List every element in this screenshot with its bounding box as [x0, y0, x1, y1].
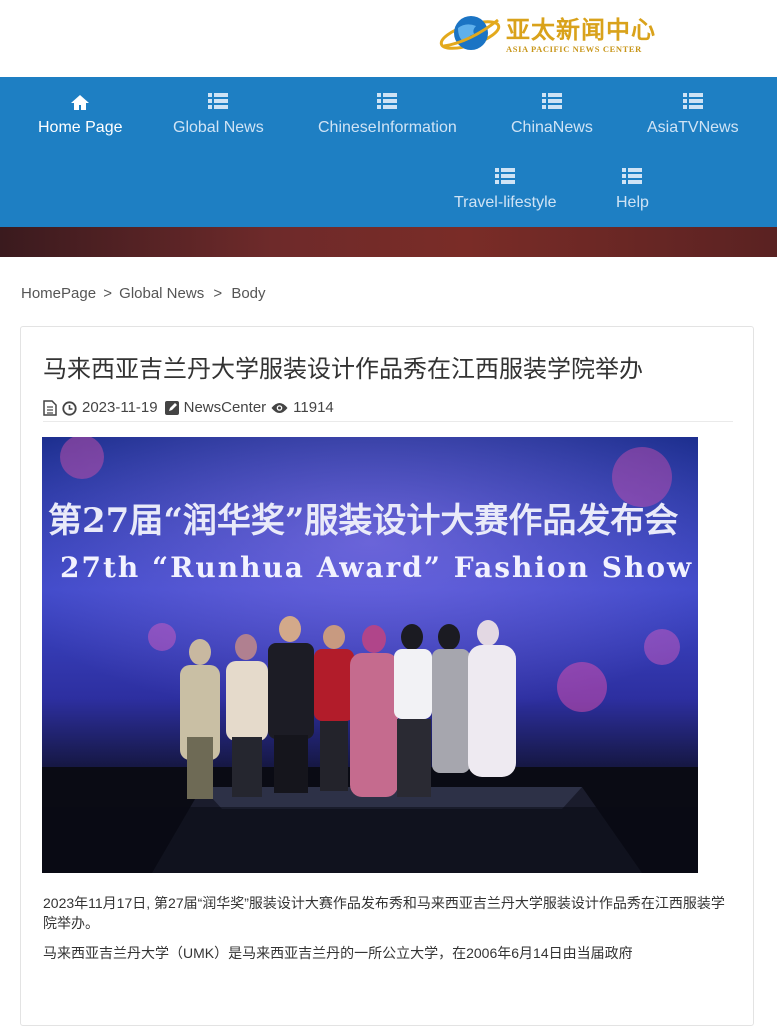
breadcrumb-home-link[interactable]: HomePage	[21, 285, 96, 302]
nav-label: ChinaNews	[511, 119, 593, 136]
logo-english-text: ASIA PACIFIC NEWS CENTER	[506, 44, 642, 54]
photo-banner-en: 27th “Runhua Award” Fashion Show	[60, 551, 693, 584]
article-card: 马来西亚吉兰丹大学服装设计作品秀在江西服装学院举办 2023-11-19 New…	[20, 326, 754, 1026]
nav-item-chinese-information[interactable]: ChineseInformation	[318, 93, 457, 137]
breadcrumb-separator: >	[213, 285, 223, 302]
logo-chinese-text: 亚太新闻中心	[506, 15, 656, 44]
nav-label: AsiaTVNews	[647, 119, 739, 136]
breadcrumb-section-link[interactable]: Global News	[119, 285, 204, 302]
meta-divider	[43, 421, 733, 422]
photo-banner-cn: 第27届“润华奖”服装设计大赛作品发布会	[48, 501, 678, 541]
article-date: 2023-11-19	[82, 399, 158, 417]
nav-item-travel-lifestyle[interactable]: Travel-lifestyle	[454, 168, 557, 212]
eye-icon	[271, 399, 288, 416]
nav-label: Help	[616, 194, 649, 211]
article-photo: 第27届“润华奖”服装设计大赛作品发布会 27th “Runhua Award”…	[42, 437, 698, 873]
nav-item-home[interactable]: Home Page	[38, 93, 123, 137]
nav-label: Travel-lifestyle	[454, 194, 557, 211]
clock-icon	[62, 399, 77, 416]
nav-label: Global News	[173, 119, 264, 136]
article-paragraph-2: 马来西亚吉兰丹大学（UMK）是马来西亚吉兰丹的一所公立大学，在2006年6月14…	[43, 945, 633, 961]
article-meta: 2023-11-19 NewsCenter 11914	[43, 399, 334, 416]
list-icon	[318, 93, 457, 111]
nav-label: Home Page	[38, 119, 123, 136]
breadcrumb-current: Body	[231, 285, 266, 302]
site-header: 亚太新闻中心 ASIA PACIFIC NEWS CENTER	[0, 0, 777, 77]
breadcrumb: HomePage > Global News > Body	[21, 285, 266, 302]
main-nav: Home Page Global News ChineseInformation…	[0, 77, 777, 227]
list-icon	[454, 168, 557, 186]
globe-logo-icon	[438, 10, 502, 60]
nav-item-help[interactable]: Help	[616, 168, 649, 212]
article-title: 马来西亚吉兰丹大学服装设计作品秀在江西服装学院举办	[43, 356, 643, 383]
list-icon	[616, 168, 649, 186]
nav-item-asia-tv-news[interactable]: AsiaTVNews	[647, 93, 739, 137]
nav-label: ChineseInformation	[318, 119, 457, 136]
site-logo[interactable]: 亚太新闻中心 ASIA PACIFIC NEWS CENTER	[438, 10, 656, 60]
home-icon	[38, 93, 123, 111]
banner-strip	[0, 227, 777, 257]
article-paragraph-1: 2023年11月17日, 第27届“润华奖”服装设计大赛作品发布秀和马来西亚吉兰…	[43, 895, 725, 931]
article-views: 11914	[293, 399, 334, 417]
document-icon	[43, 399, 57, 416]
edit-icon	[164, 399, 179, 416]
breadcrumb-separator: >	[103, 285, 112, 302]
nav-item-global-news[interactable]: Global News	[173, 93, 264, 137]
nav-item-china-news[interactable]: ChinaNews	[511, 93, 593, 137]
list-icon	[511, 93, 593, 111]
list-icon	[173, 93, 264, 111]
article-author[interactable]: NewsCenter	[184, 399, 267, 416]
list-icon	[647, 93, 739, 111]
